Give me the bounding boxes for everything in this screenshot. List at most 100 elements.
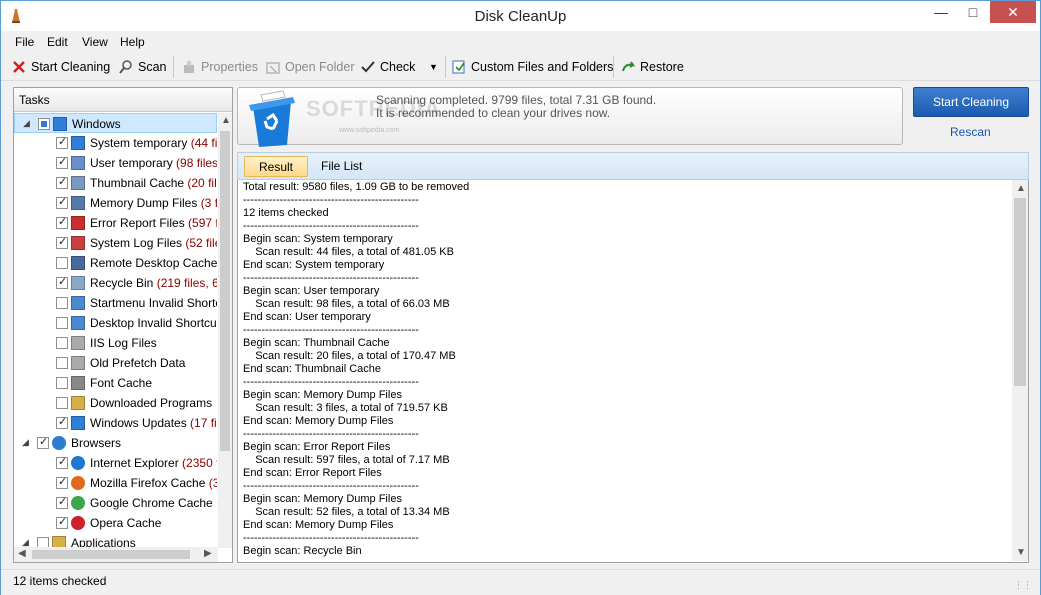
tree-item-name: Old Prefetch Data <box>90 356 186 370</box>
tab-file-list[interactable]: File List <box>307 156 376 177</box>
tree-item[interactable]: Recycle Bin (219 files, 6.22 MB) <box>14 273 217 293</box>
rescan-link[interactable]: Rescan <box>950 125 991 139</box>
tree-item-name: Thumbnail Cache <box>90 176 188 190</box>
expand-arrow-icon[interactable]: ◢ <box>22 538 31 547</box>
tree-item[interactable]: Old Prefetch Data <box>14 353 217 373</box>
tree-item[interactable]: ◢ Applications <box>14 533 217 548</box>
tree-checkbox[interactable] <box>56 337 68 349</box>
tree-checkbox[interactable] <box>56 515 68 529</box>
tree-checkbox[interactable] <box>56 495 68 509</box>
tree-checkbox[interactable] <box>56 175 68 189</box>
menu-view[interactable]: View <box>82 35 108 49</box>
tree-checkbox[interactable] <box>56 475 68 489</box>
windows-flag-icon <box>71 136 85 150</box>
scroll-up-icon[interactable]: ▲ <box>1016 183 1026 194</box>
tree-item[interactable]: System Log Files (52 files, 13.34 MB) <box>14 233 217 253</box>
scroll-up-icon[interactable]: ▲ <box>221 115 231 126</box>
status-bar: 12 items checked ⋮⋮ <box>1 569 1040 595</box>
tree-item-name: Internet Explorer <box>90 456 183 470</box>
tree-checkbox[interactable] <box>56 135 68 149</box>
minimize-button[interactable]: — <box>926 1 956 23</box>
recycle-bin-logo-icon <box>249 90 295 147</box>
scroll-down-icon[interactable]: ▼ <box>1016 547 1026 558</box>
tree-checkbox[interactable] <box>56 357 68 369</box>
scroll-thumb[interactable] <box>32 550 190 559</box>
scroll-right-icon[interactable]: ▶ <box>204 548 212 559</box>
tree-item[interactable]: Windows Updates (17 files, 5.2 MB) <box>14 413 217 433</box>
menu-file[interactable]: File <box>15 35 34 49</box>
tree-item-count: (98 files, 66.03 MB) <box>176 156 217 170</box>
restore-arrow-icon <box>622 61 636 72</box>
menu-edit[interactable]: Edit <box>47 35 68 49</box>
tasks-horizontal-scrollbar[interactable]: ◀ ▶ <box>14 547 218 562</box>
tree-checkbox[interactable] <box>56 415 68 429</box>
toolbar-separator <box>613 56 614 78</box>
tree-item[interactable]: Memory Dump Files (3 files, 719.57 KB) <box>14 193 217 213</box>
tree-item-label: Error Report Files (597 files, 7.17 MB) <box>90 216 217 230</box>
tree-checkbox[interactable] <box>56 155 68 169</box>
tree-checkbox[interactable] <box>56 397 68 409</box>
tree-item[interactable]: ◢ Windows <box>14 113 217 133</box>
maximize-button[interactable]: □ <box>958 1 988 23</box>
tree-item-name: Mozilla Firefox Cache <box>90 476 209 490</box>
windows-flag-icon <box>71 416 85 430</box>
scan-button[interactable]: Scan <box>118 57 167 77</box>
tree-item[interactable]: System temporary (44 files, 481.05 KB) <box>14 133 217 153</box>
tree-item[interactable]: Startmenu Invalid Shortcuts <box>14 293 217 313</box>
watermark-url: www.softpedia.com <box>339 127 400 134</box>
tree-item[interactable]: Mozilla Firefox Cache (380 files) <box>14 473 217 493</box>
tree-checkbox[interactable] <box>56 257 68 269</box>
tree-item-label: IIS Log Files <box>90 336 157 350</box>
start-cleaning-toolbar-button[interactable]: Start Cleaning <box>11 57 110 77</box>
properties-button[interactable]: Properties <box>181 57 258 77</box>
menu-help[interactable]: Help <box>120 35 145 49</box>
scroll-thumb[interactable] <box>220 131 230 451</box>
tree-item[interactable]: ◢ Browsers <box>14 433 217 453</box>
expand-arrow-icon[interactable]: ◢ <box>23 119 32 128</box>
tree-checkbox[interactable] <box>56 275 68 289</box>
tasks-vertical-scrollbar[interactable]: ▲ <box>218 113 232 548</box>
custom-files-icon <box>452 60 465 74</box>
tree-item[interactable]: Remote Desktop Cache <box>14 253 217 273</box>
tree-checkbox[interactable] <box>56 455 68 469</box>
check-dropdown-arrow[interactable]: ▼ <box>429 57 438 77</box>
open-folder-button[interactable]: Open Folder <box>265 57 354 77</box>
tree-checkbox[interactable] <box>56 195 68 209</box>
tree-item[interactable]: IIS Log Files <box>14 333 217 353</box>
tree-item[interactable]: Desktop Invalid Shortcuts <box>14 313 217 333</box>
scroll-left-icon[interactable]: ◀ <box>18 548 26 559</box>
tree-checkbox[interactable] <box>56 317 68 329</box>
tree-item[interactable]: Google Chrome Cache (25 files) <box>14 493 217 513</box>
start-cleaning-button[interactable]: Start Cleaning <box>913 87 1029 117</box>
tree-checkbox[interactable] <box>56 235 68 249</box>
tree-checkbox[interactable] <box>37 435 49 449</box>
tree-checkbox[interactable] <box>56 215 68 229</box>
tab-result[interactable]: Result <box>244 156 309 177</box>
expand-arrow-icon[interactable]: ◢ <box>22 438 31 447</box>
status-message: Scanning completed. 9799 files, total 7.… <box>376 94 656 120</box>
resize-grip-icon[interactable]: ⋮⋮ <box>1014 580 1032 591</box>
memory-icon <box>71 196 85 210</box>
tree-checkbox[interactable] <box>56 297 68 309</box>
tree-item[interactable]: Thumbnail Cache (20 files, 170.47 MB) <box>14 173 217 193</box>
close-button[interactable]: ✕ <box>990 1 1036 23</box>
scroll-thumb[interactable] <box>1014 198 1026 386</box>
custom-files-button[interactable]: Custom Files and Folders <box>451 57 613 77</box>
result-vertical-scrollbar[interactable]: ▲ ▼ <box>1012 180 1028 561</box>
tree-checkbox[interactable] <box>38 118 50 130</box>
tree-item-label: Mozilla Firefox Cache (380 files) <box>90 476 217 490</box>
open-folder-label: Open Folder <box>285 60 355 74</box>
tree-item[interactable]: Error Report Files (597 files, 7.17 MB) <box>14 213 217 233</box>
tree-item[interactable]: Opera Cache <box>14 513 217 533</box>
tasks-tree: ◢ Windows System temporary (44 files, 481.… <box>14 113 217 548</box>
check-button[interactable]: Check <box>360 57 415 77</box>
shortcut-icon <box>71 296 85 310</box>
title-bar: Disk CleanUp — □ ✕ <box>1 1 1040 31</box>
tree-item[interactable]: Font Cache <box>14 373 217 393</box>
tree-item[interactable]: Internet Explorer (2350 files) <box>14 453 217 473</box>
tree-item[interactable]: Downloaded Programs <box>14 393 217 413</box>
tree-checkbox[interactable] <box>56 377 68 389</box>
opera-icon <box>71 516 85 530</box>
restore-button[interactable]: Restore <box>620 57 684 77</box>
tree-item[interactable]: User temporary (98 files, 66.03 MB) <box>14 153 217 173</box>
